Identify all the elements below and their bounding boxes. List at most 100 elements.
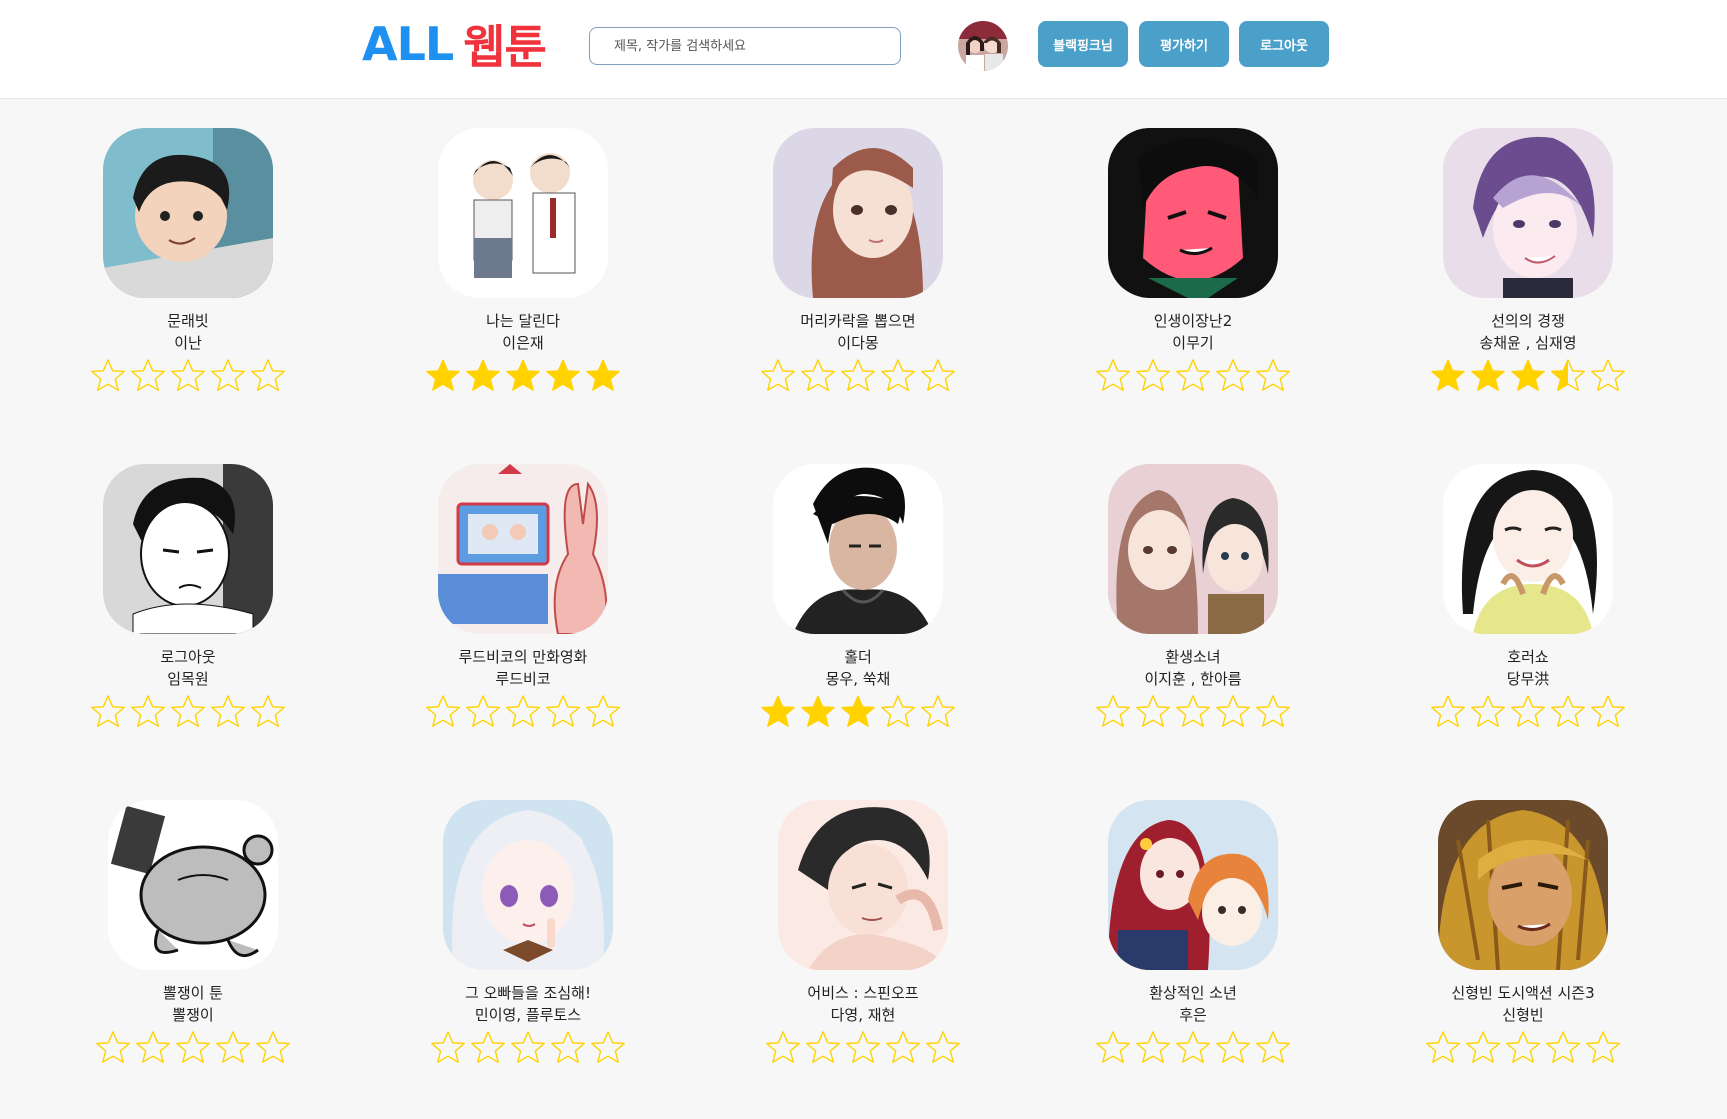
star-icon[interactable]	[1215, 694, 1251, 730]
webtoon-title[interactable]: 선의의 경쟁	[1491, 310, 1565, 332]
star-icon[interactable]	[175, 1030, 211, 1066]
webtoon-card[interactable]: 신형빈 도시액션 시즌3 신형빈	[1393, 800, 1653, 1066]
star-icon[interactable]	[1545, 1030, 1581, 1066]
star-icon[interactable]	[920, 694, 956, 730]
star-icon[interactable]	[505, 694, 541, 730]
star-icon[interactable]	[585, 358, 621, 394]
star-icon[interactable]	[1095, 358, 1131, 394]
star-icon[interactable]	[1425, 1030, 1461, 1066]
star-icon[interactable]	[425, 358, 461, 394]
star-icon[interactable]	[880, 694, 916, 730]
star-icon[interactable]	[1585, 1030, 1621, 1066]
webtoon-card[interactable]: 로그아웃 임목원	[58, 464, 318, 730]
webtoon-title[interactable]: 나는 달린다	[486, 310, 560, 332]
webtoon-card[interactable]: 나는 달린다 이은재	[393, 128, 653, 394]
user-button[interactable]: 블랙핑크님	[1038, 21, 1128, 67]
star-icon[interactable]	[1550, 358, 1586, 394]
star-icon[interactable]	[1465, 1030, 1501, 1066]
star-icon[interactable]	[1135, 358, 1171, 394]
webtoon-card[interactable]: 선의의 경쟁 송채윤 , 심재영	[1398, 128, 1658, 394]
webtoon-card[interactable]: 머리카락을 뽑으면 이다몽	[728, 128, 988, 394]
star-icon[interactable]	[250, 694, 286, 730]
webtoon-title[interactable]: 홀더	[844, 646, 872, 668]
webtoon-card[interactable]: 문래빗 이난	[58, 128, 318, 394]
star-icon[interactable]	[255, 1030, 291, 1066]
star-rating[interactable]	[90, 694, 286, 730]
star-icon[interactable]	[1505, 1030, 1541, 1066]
star-rating[interactable]	[95, 1030, 291, 1066]
logo[interactable]: ALL 웹툰	[362, 14, 547, 74]
star-icon[interactable]	[1590, 694, 1626, 730]
star-icon[interactable]	[210, 694, 246, 730]
star-icon[interactable]	[1135, 1030, 1171, 1066]
star-icon[interactable]	[840, 694, 876, 730]
star-icon[interactable]	[430, 1030, 466, 1066]
star-icon[interactable]	[545, 358, 581, 394]
star-icon[interactable]	[135, 1030, 171, 1066]
star-icon[interactable]	[1135, 694, 1171, 730]
star-icon[interactable]	[1215, 358, 1251, 394]
star-icon[interactable]	[880, 358, 916, 394]
webtoon-thumbnail[interactable]	[443, 800, 613, 970]
webtoon-thumbnail[interactable]	[1108, 464, 1278, 634]
star-icon[interactable]	[1175, 1030, 1211, 1066]
star-icon[interactable]	[805, 1030, 841, 1066]
star-icon[interactable]	[1255, 358, 1291, 394]
star-icon[interactable]	[130, 358, 166, 394]
logout-button[interactable]: 로그아웃	[1239, 21, 1329, 67]
star-icon[interactable]	[800, 694, 836, 730]
webtoon-card[interactable]: 그 오빠들을 조심해! 민이영, 플루토스	[398, 800, 658, 1066]
star-icon[interactable]	[425, 694, 461, 730]
star-rating[interactable]	[760, 358, 956, 394]
star-icon[interactable]	[465, 694, 501, 730]
webtoon-title[interactable]: 환생소녀	[1165, 646, 1220, 668]
webtoon-card[interactable]: 환상적인 소년 후은	[1063, 800, 1323, 1066]
webtoon-title[interactable]: 인생이장난2	[1154, 310, 1233, 332]
star-rating[interactable]	[765, 1030, 961, 1066]
star-rating[interactable]	[1430, 694, 1626, 730]
webtoon-card[interactable]: 인생이장난2 이무기	[1063, 128, 1323, 394]
webtoon-thumbnail[interactable]	[773, 464, 943, 634]
webtoon-thumbnail[interactable]	[1108, 800, 1278, 970]
star-rating[interactable]	[760, 694, 956, 730]
star-rating[interactable]	[425, 358, 621, 394]
webtoon-title[interactable]: 어비스 : 스핀오프	[807, 982, 918, 1004]
star-icon[interactable]	[800, 358, 836, 394]
webtoon-title[interactable]: 로그아웃	[160, 646, 215, 668]
star-icon[interactable]	[1175, 694, 1211, 730]
star-icon[interactable]	[840, 358, 876, 394]
star-icon[interactable]	[920, 358, 956, 394]
webtoon-title[interactable]: 환상적인 소년	[1149, 982, 1237, 1004]
star-rating[interactable]	[1430, 358, 1626, 394]
star-icon[interactable]	[90, 358, 126, 394]
webtoon-title[interactable]: 호러쇼	[1507, 646, 1548, 668]
star-rating[interactable]	[1425, 1030, 1621, 1066]
webtoon-card[interactable]: 환생소녀 이지훈 , 한아름	[1063, 464, 1323, 730]
star-icon[interactable]	[885, 1030, 921, 1066]
star-icon[interactable]	[465, 358, 501, 394]
star-rating[interactable]	[1095, 358, 1291, 394]
star-icon[interactable]	[760, 694, 796, 730]
webtoon-title[interactable]: 뽈쟁이 툰	[163, 982, 223, 1004]
webtoon-thumbnail[interactable]	[103, 128, 273, 298]
avatar[interactable]	[958, 21, 1008, 71]
webtoon-title[interactable]: 신형빈 도시액션 시즌3	[1451, 982, 1594, 1004]
star-icon[interactable]	[505, 358, 541, 394]
star-icon[interactable]	[1510, 358, 1546, 394]
webtoon-thumbnail[interactable]	[778, 800, 948, 970]
star-icon[interactable]	[1255, 694, 1291, 730]
star-icon[interactable]	[1590, 358, 1626, 394]
webtoon-thumbnail[interactable]	[438, 464, 608, 634]
star-icon[interactable]	[1470, 694, 1506, 730]
star-icon[interactable]	[1430, 694, 1466, 730]
webtoon-title[interactable]: 그 오빠들을 조심해!	[465, 982, 591, 1004]
star-icon[interactable]	[90, 694, 126, 730]
webtoon-card[interactable]: 호러쇼 당무洪	[1398, 464, 1658, 730]
star-icon[interactable]	[470, 1030, 506, 1066]
star-rating[interactable]	[1095, 694, 1291, 730]
webtoon-thumbnail[interactable]	[1443, 128, 1613, 298]
star-icon[interactable]	[1095, 1030, 1131, 1066]
star-rating[interactable]	[430, 1030, 626, 1066]
star-icon[interactable]	[170, 694, 206, 730]
star-icon[interactable]	[545, 694, 581, 730]
